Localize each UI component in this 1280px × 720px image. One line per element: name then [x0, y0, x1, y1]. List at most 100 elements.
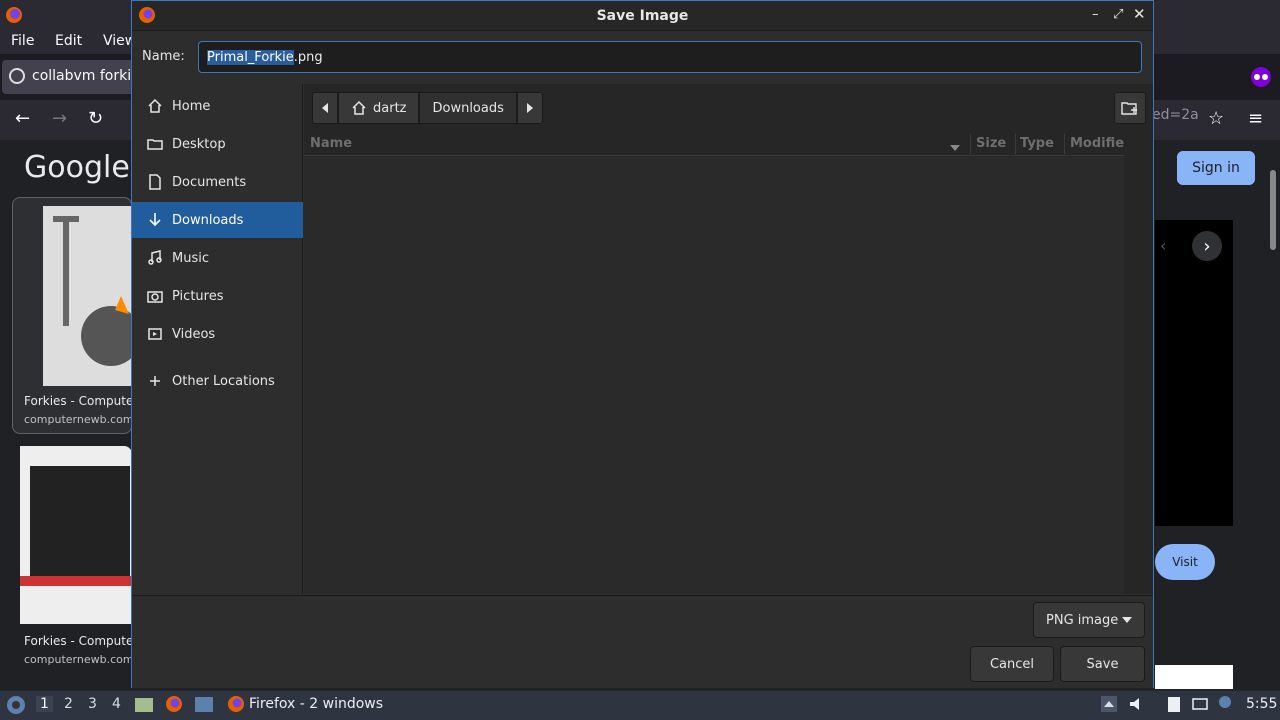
filename-extension: .png [293, 49, 323, 65]
next-icon[interactable]: › [1192, 231, 1222, 261]
filetype-label: PNG image [1046, 612, 1119, 628]
terminal-icon[interactable] [194, 695, 214, 713]
camera-icon [146, 287, 164, 305]
taskbar [0, 690, 1280, 720]
result-source: computernewb.com [24, 653, 132, 666]
tab-title: collabvm forkie [32, 68, 140, 84]
sidebar-item-label: Home [172, 98, 211, 114]
minimize-icon[interactable]: – [1092, 7, 1099, 22]
hamburger-menu-icon[interactable]: ≡ [1248, 108, 1263, 129]
private-browsing-icon [1251, 67, 1271, 87]
sidebar-item-music[interactable]: Music [132, 240, 303, 276]
dialog-footer: PNG image Cancel Save [132, 595, 1153, 688]
page-scrollbar[interactable] [1270, 170, 1276, 250]
sidebar-item-other-locations[interactable]: Other Locations [132, 363, 303, 399]
sidebar-item-documents[interactable]: Documents [132, 164, 303, 200]
image-preview-panel [1155, 220, 1233, 526]
back-icon[interactable]: ← [15, 108, 30, 129]
result-caption: Forkies - Computer [24, 634, 132, 648]
dialog-titlebar: Save Image – ⤢ ✕ [132, 1, 1153, 31]
column-separator [970, 134, 971, 154]
sidebar-item-videos[interactable]: Videos [132, 316, 303, 352]
save-button[interactable]: Save [1060, 646, 1145, 682]
filetype-dropdown[interactable]: PNG image [1033, 602, 1145, 638]
column-separator [1064, 134, 1065, 154]
sidebar-item-label: Music [172, 250, 209, 266]
sidebar-item-desktop[interactable]: Desktop [132, 126, 303, 162]
file-browser: dartz Downloads Name Size Type Modifie [304, 84, 1153, 594]
filename-input[interactable]: Primal_Forkie .png [198, 41, 1142, 73]
firefox-task-icon [228, 696, 244, 712]
column-modified[interactable]: Modifie [1070, 136, 1124, 151]
sidebar-item-label: Videos [172, 326, 216, 342]
sidebar-item-label: Other Locations [172, 373, 275, 389]
clock: 5:55 [1246, 696, 1278, 712]
google-favicon-icon [9, 68, 25, 84]
sidebar-item-label: Pictures [172, 288, 224, 304]
maximize-icon[interactable]: ⤢ [1113, 7, 1123, 22]
volume-icon[interactable] [1128, 695, 1146, 713]
folder-icon [146, 135, 164, 153]
close-icon[interactable]: ✕ [1133, 5, 1146, 23]
filename-selected-text: Primal_Forkie [207, 49, 294, 65]
video-icon [146, 325, 164, 343]
workspace-2[interactable]: 2 [64, 696, 73, 712]
sidebar-item-downloads[interactable]: Downloads [132, 202, 303, 238]
column-separator [1015, 134, 1016, 154]
workspace-4[interactable]: 4 [112, 696, 121, 712]
start-menu-icon[interactable] [5, 694, 27, 716]
sign-in-button[interactable]: Sign in [1177, 151, 1255, 185]
page-strip [1155, 665, 1233, 689]
workspace-1[interactable]: 1 [36, 696, 53, 712]
sidebar-item-pictures[interactable]: Pictures [132, 278, 303, 314]
result-card[interactable]: Forkies - Computer computernewb.com [12, 446, 132, 671]
previous-icon[interactable]: ‹ [1160, 236, 1166, 255]
menu-file[interactable]: File [11, 33, 34, 49]
sidebar-item-home[interactable]: Home [132, 88, 303, 124]
plus-icon [146, 372, 164, 390]
file-manager-icon[interactable] [134, 695, 154, 713]
result-card[interactable]: Forkies - Computer computernewb.com [12, 197, 132, 434]
new-folder-button[interactable] [1114, 92, 1146, 124]
sort-descending-icon[interactable] [950, 140, 960, 155]
file-list[interactable] [304, 157, 1124, 594]
taskbar-window-label[interactable]: Firefox - 2 windows [249, 696, 383, 712]
url-text[interactable]: ed=2a [1152, 107, 1199, 123]
bookmark-star-icon[interactable]: ☆ [1208, 108, 1224, 129]
home-icon [146, 97, 164, 115]
save-image-dialog: Save Image – ⤢ ✕ Name: Primal_Forkie .png… [131, 0, 1154, 688]
reload-icon[interactable]: ↻ [88, 108, 103, 129]
path-scroll-left-icon[interactable] [312, 92, 338, 124]
forward-icon[interactable]: → [52, 108, 67, 129]
clipboard-icon[interactable] [1165, 695, 1183, 713]
menu-edit[interactable]: Edit [55, 33, 82, 49]
music-icon [146, 249, 164, 267]
result-caption: Forkies - Computer [24, 394, 132, 408]
screenshot-thumbnail [20, 446, 132, 624]
result-source: computernewb.com [24, 413, 132, 426]
column-size[interactable]: Size [976, 136, 1006, 151]
network-icon[interactable] [1191, 695, 1209, 713]
path-segment-home[interactable]: dartz [338, 92, 420, 124]
sidebar-item-label: Downloads [172, 212, 244, 228]
visit-button[interactable]: Visit [1155, 544, 1215, 580]
places-sidebar: Home Desktop Documents Downloads Music P… [132, 84, 303, 594]
path-scroll-right-icon[interactable] [516, 92, 543, 124]
cancel-button[interactable]: Cancel [970, 646, 1054, 682]
tray-up-icon[interactable] [1100, 695, 1118, 713]
workspace-3[interactable]: 3 [88, 696, 97, 712]
path-bar: dartz Downloads [312, 92, 543, 124]
name-label: Name: [142, 49, 185, 64]
firefox-icon [6, 7, 22, 23]
path-segment-downloads[interactable]: Downloads [419, 92, 517, 124]
download-icon [146, 211, 164, 229]
forkie-thumbnail [21, 206, 131, 386]
firefox-launcher-icon[interactable] [164, 694, 184, 714]
column-name[interactable]: Name [310, 136, 352, 151]
update-icon[interactable] [1216, 695, 1234, 713]
home-icon [351, 100, 367, 116]
google-logo: Google [24, 150, 130, 185]
path-segment-label: Downloads [432, 100, 504, 116]
column-type[interactable]: Type [1020, 136, 1054, 151]
sidebar-item-label: Documents [172, 174, 247, 190]
